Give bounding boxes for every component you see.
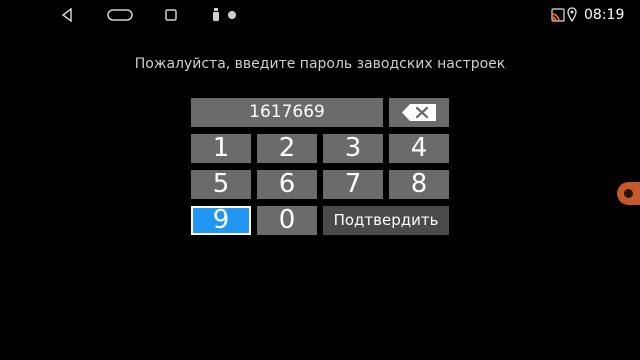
location-icon xyxy=(567,7,577,22)
key-6[interactable]: 6 xyxy=(257,170,317,199)
backspace-icon xyxy=(402,104,436,121)
notification-dot-icon xyxy=(228,11,236,19)
usb-icon xyxy=(213,8,219,21)
key-9[interactable]: 9 xyxy=(191,206,251,235)
key-4[interactable]: 4 xyxy=(389,134,449,163)
confirm-button[interactable]: Подтвердить xyxy=(323,206,449,235)
status-bar: 08:19 xyxy=(0,0,640,30)
factory-settings-screen: 08:19 Пожалуйста, введите пароль заводск… xyxy=(0,0,640,360)
password-prompt: Пожалуйста, введите пароль заводских нас… xyxy=(134,56,506,72)
recent-apps-icon[interactable] xyxy=(164,8,178,22)
key-3[interactable]: 3 xyxy=(323,134,383,163)
status-clock: 08:19 xyxy=(584,7,625,23)
cast-icon xyxy=(551,8,565,22)
key-0[interactable]: 0 xyxy=(257,206,317,235)
password-display: 1617669 xyxy=(191,98,383,127)
key-2[interactable]: 2 xyxy=(257,134,317,163)
back-icon[interactable] xyxy=(60,8,74,22)
key-7[interactable]: 7 xyxy=(323,170,383,199)
floating-assist-ball[interactable] xyxy=(617,182,640,205)
backspace-button[interactable] xyxy=(389,98,449,127)
key-8[interactable]: 8 xyxy=(389,170,449,199)
home-icon[interactable] xyxy=(107,8,133,22)
key-1[interactable]: 1 xyxy=(191,134,251,163)
key-5[interactable]: 5 xyxy=(191,170,251,199)
